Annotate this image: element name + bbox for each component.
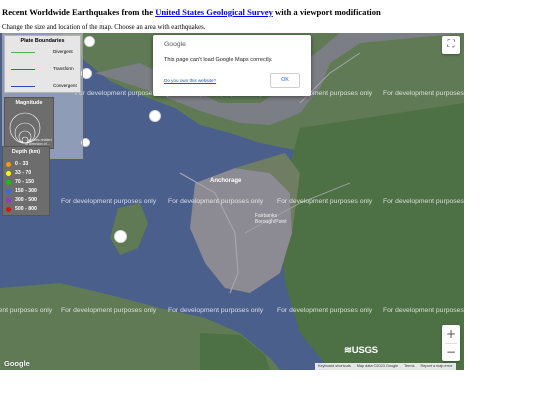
convergent-line <box>11 86 35 87</box>
usgs-link[interactable]: United States Geological Survey <box>155 7 273 17</box>
dev-watermark: For development purposes only <box>383 90 464 97</box>
depth-legend-row: 70 - 150 <box>6 179 50 186</box>
magnitude-legend: Magnitude ...vectors related to directio… <box>4 97 54 149</box>
depth-label: 70 - 150 <box>15 179 35 185</box>
depth-swatch <box>6 189 11 194</box>
fullscreen-icon: ⛶ <box>447 39 455 50</box>
dev-watermark: For development purposes only <box>168 307 264 314</box>
keyboard-shortcuts-link[interactable]: Keyboard shortcuts <box>315 364 354 368</box>
district-label: Fairbanks Borough/Point <box>255 213 287 225</box>
depth-label: 300 - 500 <box>15 197 37 203</box>
heading-prefix: Recent Worldwide Earthquakes from the <box>2 7 156 17</box>
terms-link[interactable]: Terms <box>401 364 417 368</box>
zoom-in-button[interactable]: + <box>442 325 460 343</box>
intro-text: Change the size and location of the map.… <box>2 24 206 31</box>
divergent-line <box>11 52 35 53</box>
map-data-text: Map data ©2023 Google <box>356 364 399 368</box>
fullscreen-button[interactable]: ⛶ <box>442 36 460 54</box>
plate-boundaries-legend: Plate Boundaries Divergent Transform Con… <box>4 35 81 93</box>
depth-swatch <box>6 198 11 203</box>
plate-legend-row: Divergent <box>9 48 79 56</box>
depth-swatch <box>6 162 11 167</box>
transform-line <box>11 69 35 70</box>
heading-suffix: with a viewport modification <box>272 7 381 17</box>
depth-legend-row: 500 - 800 <box>6 206 50 213</box>
depth-legend: Depth (km) 0 - 33 33 - 70 70 - 150 150 -… <box>2 146 50 216</box>
zoom-out-button[interactable]: − <box>442 343 460 361</box>
depth-legend-row: 300 - 500 <box>6 197 50 204</box>
plate-label: Transform <box>53 66 74 71</box>
depth-title: Depth (km) <box>11 149 41 155</box>
depth-label: 33 - 70 <box>15 170 32 176</box>
depth-legend-row: 150 - 300 <box>6 188 50 195</box>
ok-button[interactable]: OK <box>270 73 300 88</box>
dev-watermark: For development purposes only <box>383 307 464 314</box>
zoom-control: + − <box>442 325 460 361</box>
maps-error-dialog: Google This page can't load Google Maps … <box>153 35 311 96</box>
depth-swatch <box>6 207 11 212</box>
plate-boundaries-title: Plate Boundaries <box>20 38 65 44</box>
google-logo: Google <box>4 359 30 368</box>
earthquake-marker[interactable] <box>84 36 95 47</box>
plate-label: Convergent <box>53 83 77 88</box>
dev-watermark: For development purposes only <box>277 307 373 314</box>
plate-legend-row: Convergent <box>9 82 79 90</box>
plate-legend-row: Transform <box>9 65 79 73</box>
dev-watermark: For development purposes only <box>168 198 264 205</box>
zoom-divider <box>445 343 457 344</box>
earthquake-marker[interactable] <box>114 230 127 243</box>
dev-watermark: For development purposes only <box>383 198 464 205</box>
plate-label: Divergent <box>53 49 73 54</box>
page-heading: Recent Worldwide Earthquakes from the Un… <box>2 7 381 17</box>
dev-watermark: For development purposes only <box>61 307 157 314</box>
dev-watermark: For development purposes only <box>61 198 157 205</box>
magnitude-caption: ...vectors related to direction of... <box>25 138 52 146</box>
google-dialog-logo: Google <box>164 41 186 48</box>
city-label: Anchorage <box>210 178 242 184</box>
depth-legend-row: 33 - 70 <box>6 170 50 177</box>
depth-label: 150 - 300 <box>15 188 37 194</box>
error-message: This page can't load Google Maps correct… <box>164 57 273 63</box>
depth-swatch <box>6 171 11 176</box>
depth-swatch <box>6 180 11 185</box>
dev-watermark: For development purposes only <box>0 307 53 314</box>
dev-watermark: For development purposes only <box>277 198 373 205</box>
depth-legend-row: 0 - 33 <box>6 161 50 168</box>
map-legend: Plate Boundaries Divergent Transform Con… <box>2 33 83 159</box>
map-attribution: Keyboard shortcuts Map data ©2023 Google T… <box>315 363 456 370</box>
earthquake-marker[interactable] <box>149 110 161 122</box>
own-website-link[interactable]: Do you own this website? <box>164 78 216 83</box>
depth-label: 500 - 800 <box>15 206 37 212</box>
depth-label: 0 - 33 <box>15 161 29 167</box>
usgs-logo: ≋USGS <box>344 345 378 356</box>
magnitude-title: Magnitude <box>15 100 43 106</box>
report-error-link[interactable]: Report a map error <box>418 364 456 368</box>
